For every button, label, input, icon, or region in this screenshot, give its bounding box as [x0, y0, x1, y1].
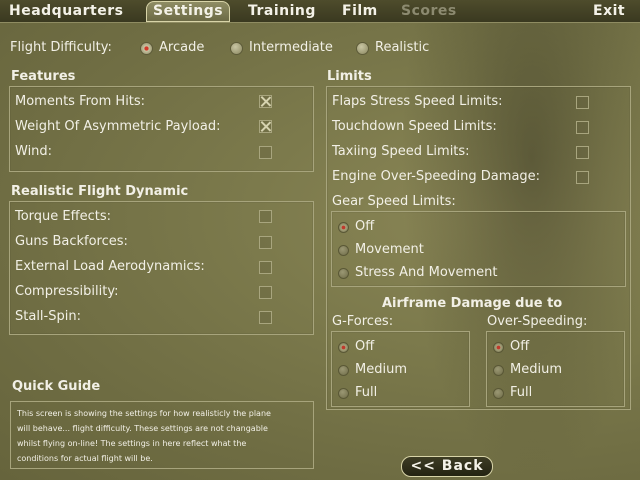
guide-line: will behave... flight difficulty. These …	[17, 424, 268, 433]
back-button[interactable]: << Back	[401, 456, 493, 477]
tab-training[interactable]: Training	[248, 2, 316, 20]
gforces-full-label[interactable]: Full	[355, 385, 377, 400]
overspeeding-medium-radio[interactable]	[493, 365, 504, 376]
overspeeding-medium-label[interactable]: Medium	[510, 362, 562, 377]
gforces-title: G-Forces:	[332, 314, 394, 329]
tab-settings[interactable]: Settings	[146, 1, 231, 22]
guide-line: conditions for actual flight will be.	[17, 454, 153, 463]
engine-overspeed-checkbox[interactable]	[576, 171, 589, 184]
limits-item-label: Engine Over-Speeding Damage:	[332, 169, 541, 184]
realistic-item-label: Compressibility:	[15, 284, 119, 299]
gforces-full-radio[interactable]	[338, 388, 349, 399]
limits-item-label: Flaps Stress Speed Limits:	[332, 94, 503, 109]
limits-item-label: Touchdown Speed Limits:	[332, 119, 497, 134]
difficulty-realistic-label[interactable]: Realistic	[375, 40, 429, 55]
torque-effects-checkbox[interactable]	[259, 210, 272, 223]
difficulty-arcade-label[interactable]: Arcade	[159, 40, 204, 55]
difficulty-realistic-radio[interactable]	[356, 42, 369, 55]
quick-guide-text: This screen is showing the settings for …	[10, 401, 314, 469]
touchdown-speed-checkbox[interactable]	[576, 121, 589, 134]
features-item-label: Moments From Hits:	[15, 94, 146, 109]
quick-guide-title: Quick Guide	[12, 379, 101, 394]
wind-checkbox[interactable]	[259, 146, 272, 159]
flight-difficulty-label: Flight Difficulty:	[10, 40, 112, 55]
airframe-damage-title: Airframe Damage due to	[382, 296, 563, 311]
gforces-off-radio[interactable]	[338, 342, 349, 353]
features-item-label: Weight Of Asymmetric Payload:	[15, 119, 221, 134]
guide-line: whilst flying on-line! The settings in h…	[17, 439, 247, 448]
overspeeding-title: Over-Speeding:	[487, 314, 588, 329]
realistic-item-label: Stall-Spin:	[15, 309, 81, 324]
difficulty-intermediate-radio[interactable]	[230, 42, 243, 55]
gear-off-label[interactable]: Off	[355, 219, 374, 234]
overspeeding-full-radio[interactable]	[493, 388, 504, 399]
stall-spin-checkbox[interactable]	[259, 311, 272, 324]
limits-title: Limits	[327, 69, 372, 84]
asymmetric-payload-checkbox[interactable]	[259, 120, 272, 133]
features-title: Features	[11, 69, 76, 84]
external-load-checkbox[interactable]	[259, 261, 272, 274]
gear-off-radio[interactable]	[338, 222, 349, 233]
flaps-stress-checkbox[interactable]	[576, 96, 589, 109]
moments-from-hits-checkbox[interactable]	[259, 95, 272, 108]
features-item-label: Wind:	[15, 144, 53, 159]
realistic-item-label: Torque Effects:	[15, 209, 111, 224]
limits-item-label: Taxiing Speed Limits:	[332, 144, 470, 159]
realistic-flight-title: Realistic Flight Dynamic	[11, 184, 189, 199]
gear-stress-movement-label[interactable]: Stress And Movement	[355, 265, 497, 280]
exit-button[interactable]: Exit	[593, 2, 625, 20]
guns-backforces-checkbox[interactable]	[259, 236, 272, 249]
tab-film[interactable]: Film	[342, 2, 378, 20]
overspeeding-off-radio[interactable]	[493, 342, 504, 353]
gear-stress-movement-radio[interactable]	[338, 268, 349, 279]
top-nav-bar: Headquarters Settings Training Film Scor…	[0, 0, 640, 23]
gforces-medium-radio[interactable]	[338, 365, 349, 376]
realistic-item-label: External Load Aerodynamics:	[15, 259, 205, 274]
gear-speed-title: Gear Speed Limits:	[332, 194, 456, 209]
overspeeding-full-label[interactable]: Full	[510, 385, 532, 400]
gear-movement-radio[interactable]	[338, 245, 349, 256]
realistic-item-label: Guns Backforces:	[15, 234, 128, 249]
taxiing-speed-checkbox[interactable]	[576, 146, 589, 159]
overspeeding-off-label[interactable]: Off	[510, 339, 529, 354]
difficulty-intermediate-label[interactable]: Intermediate	[249, 40, 333, 55]
tab-scores: Scores	[401, 3, 457, 19]
gforces-medium-label[interactable]: Medium	[355, 362, 407, 377]
difficulty-arcade-radio[interactable]	[140, 42, 153, 55]
gear-movement-label[interactable]: Movement	[355, 242, 424, 257]
guide-line: This screen is showing the settings for …	[17, 409, 271, 418]
compressibility-checkbox[interactable]	[259, 286, 272, 299]
gforces-off-label[interactable]: Off	[355, 339, 374, 354]
tab-headquarters[interactable]: Headquarters	[9, 2, 123, 20]
